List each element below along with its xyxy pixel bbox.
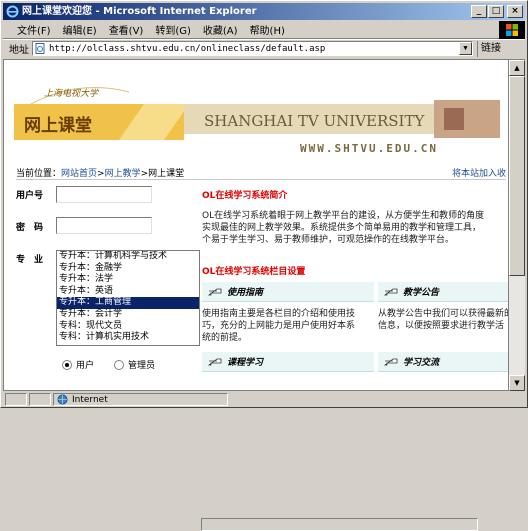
major-option[interactable]: 专升本：金融学	[57, 263, 199, 275]
role-admin-radio[interactable]: 管理员	[114, 358, 155, 371]
guide-desc-line: 巧，充分的上网能力是用户使用好本系	[202, 321, 356, 331]
breadcrumb-sep: >	[140, 169, 149, 179]
major-option[interactable]: 专升本：会计学	[57, 309, 199, 321]
breadcrumb-sep: >	[97, 169, 105, 179]
site-name-cn: 网上课堂	[24, 115, 92, 136]
role-user-radio[interactable]: 用户	[62, 358, 94, 371]
intro-line: 实现最佳的网上教学效果。系统提供多个简单易用的教学和管理工具，	[202, 223, 482, 233]
menu-favorites[interactable]: 收藏(A)	[197, 22, 244, 37]
scroll-down-button[interactable]: ▼	[509, 375, 525, 391]
scroll-up-button[interactable]: ▲	[509, 60, 525, 76]
breadcrumb-prefix: 当前位置：	[16, 169, 62, 179]
status-bar: Internet	[3, 392, 525, 531]
browser-window: 网上课堂欢迎您 - Microsoft Internet Explorer _ …	[0, 0, 528, 531]
notice-desc-line: 信息，以便按照要求进行教学活	[378, 321, 505, 331]
major-option-selected[interactable]: 专升本：工商管理	[57, 297, 199, 309]
address-url: http://olclass.shtvu.edu.cn/onlineclass/…	[49, 43, 326, 54]
radio-dot-checked	[62, 359, 72, 370]
password-label: 密 码	[16, 223, 44, 233]
status-cell	[5, 393, 27, 406]
guide-desc-line: 统的前提。	[202, 333, 248, 343]
exchange-section-header[interactable]: 学习交流	[378, 352, 508, 372]
notice-title: 教学公告	[403, 288, 440, 298]
menu-file[interactable]: 文件(F)	[11, 22, 57, 37]
address-label: 地址	[9, 45, 29, 56]
status-cell	[29, 393, 51, 406]
intro-line: OL在线学习系统着眼于网上教学平台的建设，从方便学生和教师的角度	[202, 211, 485, 221]
status-text	[201, 518, 478, 531]
menu-edit[interactable]: 编辑(E)	[57, 22, 103, 37]
role-admin-label: 管理员	[128, 361, 156, 371]
intro-line: 个易于学生学习、易于教师维护，可观范操作的在线教学平台。	[202, 235, 455, 245]
site-domain: WWW.SHTVU.EDU.CN	[300, 142, 438, 152]
maximize-button[interactable]: □	[488, 5, 504, 18]
menu-view[interactable]: 查看(V)	[103, 22, 150, 37]
scroll-thumb[interactable]	[509, 76, 525, 276]
guide-desc-line: 使用指南主要是各栏目的介绍和使用技	[202, 309, 356, 319]
major-option[interactable]: 专升本：计算机科学与技术	[57, 251, 199, 263]
address-dropdown-button[interactable]: ▼	[459, 42, 472, 55]
minimize-button[interactable]: _	[471, 5, 487, 18]
menu-help[interactable]: 帮助(H)	[244, 22, 291, 37]
user-input[interactable]	[56, 186, 152, 203]
address-input[interactable]: http://olclass.shtvu.edu.cn/onlineclass/…	[32, 41, 473, 56]
breadcrumb: 当前位置：网站首页>网上教学>网上课堂 将本站加入收	[16, 166, 506, 180]
breadcrumb-home-link[interactable]: 网站首页	[61, 169, 97, 179]
major-option[interactable]: 专升本：法学	[57, 274, 199, 286]
pointing-hand-icon	[384, 288, 398, 296]
internet-globe-icon	[57, 394, 68, 405]
vertical-scrollbar[interactable]: ▲ ▼	[509, 59, 525, 391]
page-icon	[35, 43, 45, 54]
links-button[interactable]: 链接	[477, 40, 504, 57]
pointing-hand-icon	[208, 288, 222, 296]
address-bar: 地址 http://olclass.shtvu.edu.cn/onlinecla…	[3, 39, 525, 57]
window-controls: _ □ ×	[471, 5, 523, 18]
school-name-cn: 上海电视大学	[44, 88, 99, 99]
role-user-label: 用户	[76, 361, 95, 371]
exchange-title: 学习交流	[403, 358, 440, 368]
major-option[interactable]: 专升本：英语	[57, 286, 199, 298]
window-title: 网上课堂欢迎您 - Microsoft Internet Explorer	[22, 6, 257, 17]
sections-heading: OL在线学习系统栏目设置	[202, 267, 306, 277]
add-to-favorites-link[interactable]: 将本站加入收	[452, 166, 506, 179]
school-name-en: SHANGHAI TV UNIVERSITY	[204, 112, 425, 130]
major-listbox[interactable]: 专升本：计算机科学与技术 专升本：金融学 专升本：法学 专升本：英语 专升本：工…	[56, 250, 200, 346]
pointing-hand-icon	[208, 358, 222, 366]
password-input[interactable]	[56, 217, 152, 234]
breadcrumb-teaching-link[interactable]: 网上教学	[105, 169, 141, 179]
guide-section-header[interactable]: 使用指南	[202, 282, 374, 302]
intro-heading: OL在线学习系统简介	[202, 191, 288, 201]
title-bar[interactable]: 网上课堂欢迎您 - Microsoft Internet Explorer _ …	[3, 3, 525, 20]
windows-logo-icon	[499, 21, 525, 39]
pointing-hand-icon	[384, 358, 398, 366]
breadcrumb-current: 网上课堂	[148, 169, 185, 179]
guide-title: 使用指南	[227, 288, 264, 298]
course-title: 课程学习	[227, 358, 264, 368]
major-option[interactable]: 专科：现代文员	[57, 321, 199, 333]
ie-icon	[6, 5, 19, 18]
zone-label: Internet	[72, 394, 108, 405]
major-label: 专 业	[16, 255, 44, 265]
notice-desc-line: 从教学公告中我们可以获得最新的	[378, 309, 509, 319]
major-option[interactable]: 专科：计算机实用技术	[57, 332, 199, 344]
radio-dot	[114, 359, 124, 370]
site-banner: 上海电视大学 网上课堂 SHANGHAI TV UNIVERSITY WWW.S…	[14, 68, 500, 152]
user-label: 用户号	[16, 191, 44, 201]
menu-go[interactable]: 转到(G)	[149, 22, 197, 37]
notice-section-header[interactable]: 教学公告	[378, 282, 508, 302]
menu-bar: 文件(F) 编辑(E) 查看(V) 转到(G) 收藏(A) 帮助(H)	[3, 21, 525, 39]
close-button[interactable]: ×	[507, 5, 523, 18]
course-section-header[interactable]: 课程学习	[202, 352, 374, 372]
page-viewport: 上海电视大学 网上课堂 SHANGHAI TV UNIVERSITY WWW.S…	[3, 59, 509, 391]
security-zone: Internet	[53, 393, 228, 406]
